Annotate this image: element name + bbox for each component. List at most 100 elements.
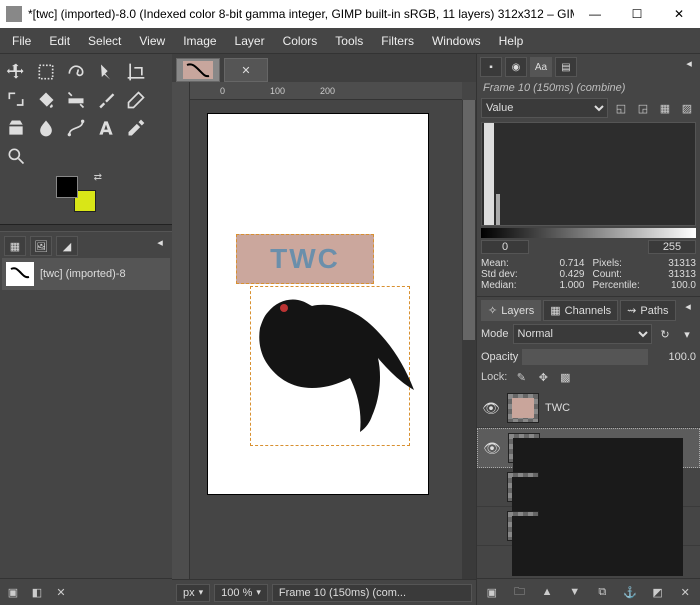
menu-select[interactable]: Select [80,30,129,52]
bucket-fill-tool[interactable] [34,88,58,112]
brushes-tab[interactable]: ◢ [56,236,78,256]
document-tab[interactable] [176,58,220,82]
menu-edit[interactable]: Edit [41,30,78,52]
lock-alpha-icon[interactable]: ▩ [557,369,573,385]
text-tool[interactable] [94,116,118,140]
canvas[interactable]: TWC [208,114,428,494]
move-tool[interactable] [4,60,28,84]
tab-channels[interactable]: ▦Channels [543,300,618,321]
pointer-tab[interactable]: ◉ [505,57,527,77]
maximize-button[interactable]: ☐ [616,0,658,28]
opacity-label: Opacity [481,351,518,363]
layers-list: 👁 TWC 👁 Frame 10 (150ms Frame 9 (150ms) … [477,389,700,576]
menu-file[interactable]: File [4,30,39,52]
dock-divider[interactable] [0,224,172,232]
hist-range-low[interactable]: 0 [481,240,529,254]
vertical-ruler[interactable] [172,82,190,579]
fuzzy-select-tool[interactable] [94,60,118,84]
menu-colors[interactable]: Colors [275,30,326,52]
hist-range-high[interactable]: 255 [648,240,696,254]
opacity-value[interactable]: 100.0 [652,351,696,363]
swap-colors-icon[interactable]: ⇄ [94,172,102,183]
dock-menu-icon[interactable]: ◂ [152,236,168,256]
unit-selector[interactable]: px▾ [176,584,210,602]
raise-layer-button[interactable]: ▲ [538,583,556,601]
layer-thumb [507,393,539,423]
status-layer-label: Frame 10 (150ms) (com... [272,584,472,602]
blend-mode-select[interactable]: Normal [513,324,652,344]
color-picker-tool[interactable] [124,116,148,140]
menu-image[interactable]: Image [175,30,224,52]
linear-hist-icon[interactable]: ◱ [612,99,630,117]
layer-name[interactable]: TWC [545,402,696,414]
lower-layer-button[interactable]: ▼ [566,583,584,601]
eraser-tool[interactable] [124,88,148,112]
new-image-button[interactable]: ◧ [28,583,46,601]
smudge-tool[interactable] [34,116,58,140]
layer-thumb [508,433,540,463]
tab-layers[interactable]: ✧Layers [481,300,541,321]
vertical-scrollbar[interactable] [462,100,476,579]
close-tab-button[interactable]: ✕ [224,58,268,82]
document-history-tab[interactable]: ▤ [555,57,577,77]
delete-image-button[interactable]: ✕ [52,583,70,601]
delete-layer-button[interactable]: ✕ [676,583,694,601]
ruler-tick: 200 [320,82,370,99]
horizontal-ruler[interactable]: 0 100 200 [190,82,462,100]
zoom-selector[interactable]: 100 %▾ [214,584,268,602]
lock-position-icon[interactable]: ✥ [535,369,551,385]
font-tab[interactable]: Aa [530,57,552,77]
layer-thumb [507,511,539,541]
dock-menu-icon[interactable]: ◂ [680,300,696,321]
fg-color-swatch[interactable] [56,176,78,198]
lock-pixels-icon[interactable]: ✎ [513,369,529,385]
histogram-display[interactable] [481,122,696,226]
menu-windows[interactable]: Windows [424,30,489,52]
opacity-slider[interactable] [522,349,648,365]
histogram-tab[interactable]: ▪ [480,57,502,77]
tab-paths[interactable]: ⇝Paths [620,300,675,321]
layer-row[interactable]: 👁 TWC [477,389,700,428]
raise-image-button[interactable]: ▣ [4,583,22,601]
menu-filters[interactable]: Filters [373,30,422,52]
histogram-channel-select[interactable]: Value [481,98,608,118]
mode-label: Mode [481,328,509,340]
log-hist-icon[interactable]: ◲ [634,99,652,117]
ruler-tick: 100 [270,82,320,99]
menu-view[interactable]: View [131,30,173,52]
crop-tool[interactable] [124,60,148,84]
close-button[interactable]: ✕ [658,0,700,28]
merge-layer-button[interactable]: ⚓ [621,583,639,601]
path-tool[interactable] [64,116,88,140]
fg-bg-colors[interactable]: ⇄ [56,176,96,212]
free-select-tool[interactable] [64,60,88,84]
histogram-gradient[interactable] [481,228,696,238]
default-colors-icon[interactable] [46,204,56,214]
duplicate-layer-button[interactable]: ⧉ [593,583,611,601]
clone-tool[interactable] [4,116,28,140]
paintbrush-tool[interactable] [94,88,118,112]
left-dock: ⇄ ▦ 🖼 ◢ ◂ [twc] (imported)-8 ▣ ◧ ✕ [0,54,172,605]
menu-help[interactable]: Help [491,30,532,52]
gradient-tool[interactable] [64,88,88,112]
menu-tools[interactable]: Tools [327,30,371,52]
dock-menu-icon[interactable]: ◂ [681,57,697,77]
images-tab[interactable]: 🖼 [30,236,52,256]
transform-tool[interactable] [4,88,28,112]
mode-menu-icon[interactable]: ▾ [678,325,696,343]
menu-layer[interactable]: Layer [227,30,273,52]
image-list-item[interactable]: [twc] (imported)-8 [2,258,170,290]
minimize-button[interactable]: — [574,0,616,28]
rgb-hist-icon[interactable]: ▦ [656,99,674,117]
layer-row[interactable]: 👁 Frame 10 (150ms [477,428,700,468]
visibility-toggle[interactable]: 👁 [481,400,501,417]
luminance-hist-icon[interactable]: ▨ [678,99,696,117]
mode-switch-icon[interactable]: ↻ [656,325,674,343]
mask-layer-button[interactable]: ◩ [649,583,667,601]
zoom-tool[interactable] [4,144,28,168]
new-group-button[interactable]: 🗀 [510,583,528,601]
tool-options-tab[interactable]: ▦ [4,236,26,256]
visibility-toggle[interactable]: 👁 [482,440,502,457]
new-layer-button[interactable]: ▣ [483,583,501,601]
rect-select-tool[interactable] [34,60,58,84]
